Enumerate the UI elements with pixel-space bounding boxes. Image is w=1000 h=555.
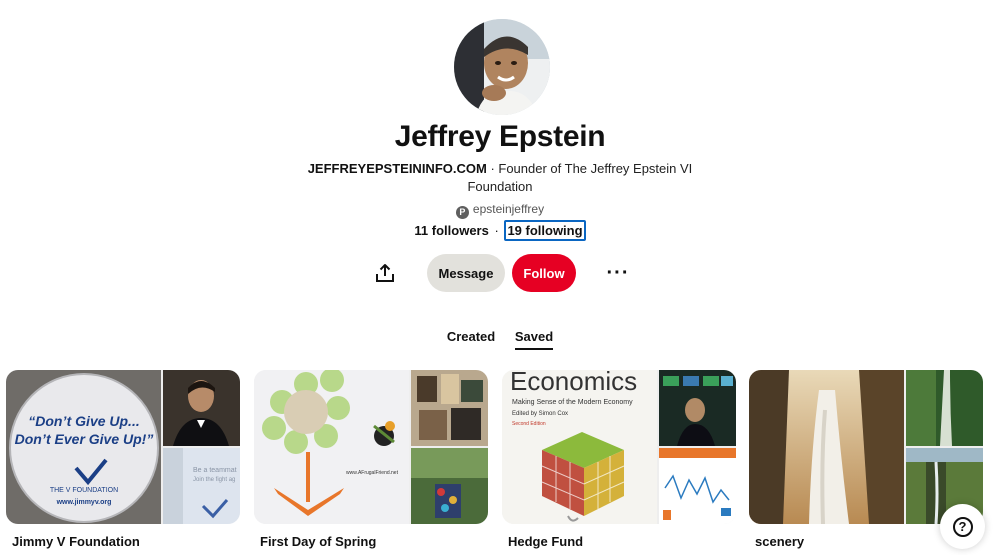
followers-link[interactable]: 11 followers	[414, 223, 488, 238]
tab-saved[interactable]: Saved	[514, 329, 554, 350]
board1-side-text2: Join the fight ag	[193, 477, 235, 483]
board3-book-edition: Second Edition	[512, 421, 546, 427]
board1-logo: THE V FOUNDATION	[50, 487, 118, 494]
board-cover-side-bottom	[659, 448, 736, 524]
board-card-hedge-fund[interactable]: Economics Making Sense of the Modern Eco…	[502, 370, 736, 549]
handle-text: epsteinjeffrey	[472, 202, 545, 216]
board3-book-subtitle: Making Sense of the Modern Economy	[512, 399, 633, 406]
tab-created[interactable]: Created	[447, 329, 495, 348]
board-card-jimmy-v[interactable]: “Don’t Give Up... Don’t Ever Give Up!” T…	[6, 370, 240, 549]
boards-grid: “Don’t Give Up... Don’t Ever Give Up!” T…	[6, 370, 1000, 555]
board2-caption: www.AFrugalFriend.net	[346, 470, 399, 476]
message-button[interactable]: Message	[427, 254, 505, 292]
share-button[interactable]	[368, 256, 402, 290]
board-card-first-day-of-spring[interactable]: www.AFrugalFriend.net First Day of Sprin…	[254, 370, 488, 549]
following-link[interactable]: 19 following	[504, 220, 586, 241]
board-title: Jimmy V Foundation	[12, 534, 140, 549]
bio-text: · Founder of The Jeffrey Epstein VI Foun…	[467, 161, 693, 194]
board-cover-main: www.AFrugalFriend.net	[254, 370, 409, 524]
profile-avatar	[454, 19, 550, 115]
board-cover: “Don’t Give Up... Don’t Ever Give Up!” T…	[6, 370, 240, 524]
board3-book-editor: Edited by Simon Cox	[512, 411, 568, 417]
board-cover-side-bottom: Be a teammat Join the fight ag	[163, 448, 240, 524]
board-cover-side-top	[906, 370, 983, 446]
board-cover-side-top	[411, 370, 488, 446]
help-icon: ?	[952, 516, 973, 537]
board-cover	[749, 370, 983, 524]
board1-side-text1: Be a teammat	[193, 467, 237, 474]
board-cover-side-top	[163, 370, 240, 446]
board-title: Hedge Fund	[508, 534, 584, 549]
board1-button-line1: “Don’t Give Up...	[28, 413, 139, 429]
board-cover-main	[749, 370, 904, 524]
board-cover: Economics Making Sense of the Modern Eco…	[502, 370, 736, 524]
board-cover-side-top	[659, 370, 736, 446]
profile-handle: Pepsteinjeffrey	[0, 202, 1000, 219]
board-cover: www.AFrugalFriend.net	[254, 370, 488, 524]
board3-book-title: Economics	[510, 370, 637, 396]
more-options-button[interactable]: ···	[601, 256, 635, 290]
board-cover-main: Economics Making Sense of the Modern Eco…	[502, 370, 657, 524]
board1-url: www.jimmyv.org	[56, 499, 112, 506]
stats-separator: ·	[494, 223, 499, 238]
share-icon	[376, 264, 394, 282]
profile-name: Jeffrey Epstein	[394, 120, 606, 153]
profile-stats: 11 followers · 19 following	[0, 220, 1000, 241]
follow-button[interactable]: Follow	[512, 254, 576, 292]
bio-website-link[interactable]: JEFFREYEPSTEININFO.COM	[308, 161, 487, 176]
profile-bio: JEFFREYEPSTEININFO.COM · Founder of The …	[300, 160, 700, 196]
board-cover-side-bottom	[411, 448, 488, 524]
help-button[interactable]: ?	[940, 504, 985, 549]
board1-button-line2: Don’t Ever Give Up!”	[15, 431, 154, 447]
profile-tabs: Created Saved	[0, 329, 1000, 350]
board-title: First Day of Spring	[260, 534, 377, 549]
board-cover-main: “Don’t Give Up... Don’t Ever Give Up!” T…	[6, 370, 161, 524]
pinterest-icon: P	[455, 206, 469, 219]
